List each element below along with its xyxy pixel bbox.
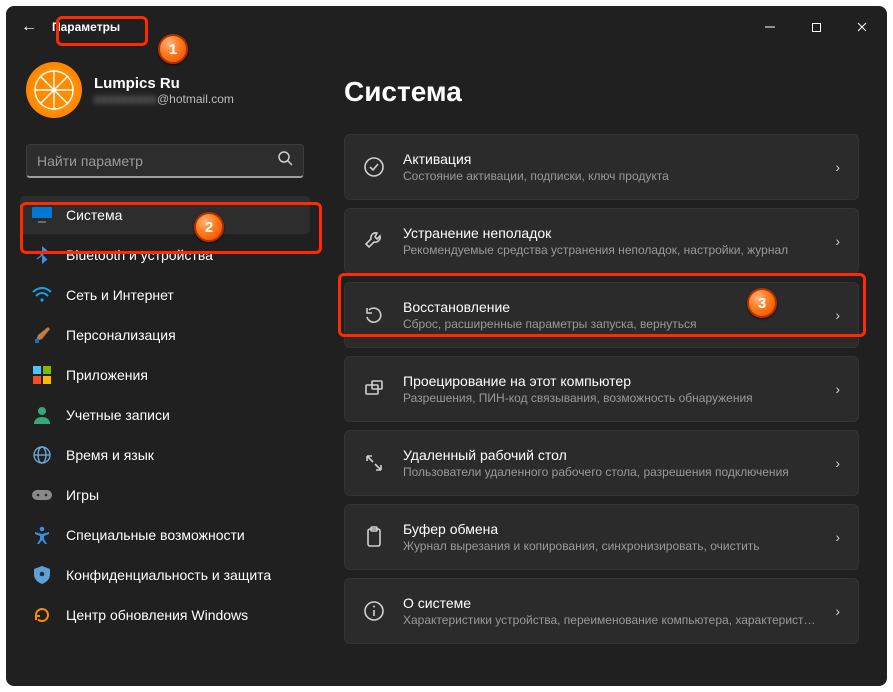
sidebar-item-network[interactable]: Сеть и Интернет	[20, 276, 310, 314]
window-controls	[747, 11, 885, 43]
card-title: Буфер обмена	[403, 521, 817, 537]
back-button[interactable]: ←	[14, 12, 44, 42]
globe-clock-icon	[32, 445, 52, 465]
chevron-right-icon: ›	[835, 233, 840, 249]
card-remote-desktop[interactable]: Удаленный рабочий стол Пользователи удале…	[344, 430, 859, 496]
project-icon	[363, 378, 385, 400]
search-icon	[277, 150, 293, 171]
card-recovery[interactable]: Восстановление Сброс, расширенные парамет…	[344, 282, 859, 348]
accessibility-icon	[32, 525, 52, 545]
sidebar-item-label: Сеть и Интернет	[66, 287, 174, 303]
card-desc: Состояние активации, подписки, ключ прод…	[403, 169, 817, 183]
person-icon	[32, 405, 52, 425]
chevron-right-icon: ›	[835, 381, 840, 397]
sidebar-item-accounts[interactable]: Учетные записи	[20, 396, 310, 434]
avatar	[26, 62, 82, 118]
sidebar-item-bluetooth[interactable]: Bluetooth и устройства	[20, 236, 310, 274]
windows-update-icon	[32, 605, 52, 625]
search-input[interactable]	[37, 153, 277, 169]
sidebar-item-accessibility[interactable]: Специальные возможности	[20, 516, 310, 554]
card-title: Устранение неполадок	[403, 225, 817, 241]
card-desc: Сброс, расширенные параметры запуска, ве…	[403, 317, 817, 331]
card-desc: Разрешения, ПИН-код связывания, возможно…	[403, 391, 817, 405]
sidebar-item-gaming[interactable]: Игры	[20, 476, 310, 514]
sidebar-item-label: Время и язык	[66, 447, 154, 463]
sidebar-item-label: Конфиденциальность и защита	[66, 567, 271, 583]
chevron-right-icon: ›	[835, 455, 840, 471]
card-activation[interactable]: Активация Состояние активации, подписки, …	[344, 134, 859, 200]
app-title: Параметры	[52, 20, 120, 34]
chevron-right-icon: ›	[835, 603, 840, 619]
sidebar-item-label: Система	[66, 207, 122, 223]
gamepad-icon	[32, 485, 52, 505]
close-button[interactable]	[839, 11, 885, 43]
profile-block[interactable]: Lumpics Ru xxxxxxxxx@hotmail.com	[26, 62, 310, 118]
card-desc: Характеристики устройства, переименовани…	[403, 613, 817, 627]
card-title: Восстановление	[403, 299, 817, 315]
search-box[interactable]	[26, 144, 304, 178]
titlebar: ← Параметры	[6, 6, 887, 48]
chevron-right-icon: ›	[835, 159, 840, 175]
card-title: Удаленный рабочий стол	[403, 447, 817, 463]
card-title: Проецирование на этот компьютер	[403, 373, 817, 389]
nav-list: Система Bluetooth и устройства Сеть и Ин…	[20, 196, 310, 634]
card-desc: Рекомендуемые средства устранения непола…	[403, 243, 817, 257]
card-title: Активация	[403, 151, 817, 167]
monitor-icon	[32, 205, 52, 225]
brush-icon	[32, 325, 52, 345]
info-icon	[363, 600, 385, 622]
chevron-right-icon: ›	[835, 307, 840, 323]
card-desc: Пользователи удаленного рабочего стола, …	[403, 465, 817, 479]
sidebar-item-label: Специальные возможности	[66, 527, 245, 543]
recovery-icon	[363, 304, 385, 326]
maximize-button[interactable]	[793, 11, 839, 43]
page-title: Система	[344, 76, 859, 108]
minimize-button[interactable]	[747, 11, 793, 43]
settings-window: ← Параметры Lumpics Ru xxxxxxxxx@hotmail	[6, 6, 887, 686]
main-content: Система Активация Состояние активации, по…	[316, 48, 887, 686]
sidebar-item-label: Персонализация	[66, 327, 176, 343]
wifi-icon	[32, 285, 52, 305]
sidebar-item-apps[interactable]: Приложения	[20, 356, 310, 394]
card-about[interactable]: О системе Характеристики устройства, пере…	[344, 578, 859, 644]
card-title: О системе	[403, 595, 817, 611]
card-clipboard[interactable]: Буфер обмена Журнал вырезания и копирован…	[344, 504, 859, 570]
sidebar-item-label: Учетные записи	[66, 407, 170, 423]
settings-cards: Активация Состояние активации, подписки, …	[344, 134, 859, 644]
profile-email: xxxxxxxxx@hotmail.com	[94, 92, 234, 106]
remote-icon	[363, 452, 385, 474]
sidebar-item-label: Центр обновления Windows	[66, 607, 248, 623]
profile-name: Lumpics Ru	[94, 75, 234, 92]
sidebar: Lumpics Ru xxxxxxxxx@hotmail.com Система	[6, 48, 316, 686]
apps-icon	[32, 365, 52, 385]
sidebar-item-label: Игры	[66, 487, 99, 503]
sidebar-item-label: Bluetooth и устройства	[66, 247, 213, 263]
sidebar-item-time-language[interactable]: Время и язык	[20, 436, 310, 474]
wrench-icon	[363, 230, 385, 252]
shield-icon	[32, 565, 52, 585]
bluetooth-icon	[32, 245, 52, 265]
card-desc: Журнал вырезания и копирования, синхрони…	[403, 539, 817, 553]
check-circle-icon	[363, 156, 385, 178]
sidebar-item-system[interactable]: Система	[20, 196, 310, 234]
sidebar-item-windows-update[interactable]: Центр обновления Windows	[20, 596, 310, 634]
chevron-right-icon: ›	[835, 529, 840, 545]
card-projecting[interactable]: Проецирование на этот компьютер Разрешени…	[344, 356, 859, 422]
sidebar-item-privacy[interactable]: Конфиденциальность и защита	[20, 556, 310, 594]
sidebar-item-label: Приложения	[66, 367, 148, 383]
card-troubleshoot[interactable]: Устранение неполадок Рекомендуемые средст…	[344, 208, 859, 274]
clipboard-icon	[363, 526, 385, 548]
sidebar-item-personalization[interactable]: Персонализация	[20, 316, 310, 354]
